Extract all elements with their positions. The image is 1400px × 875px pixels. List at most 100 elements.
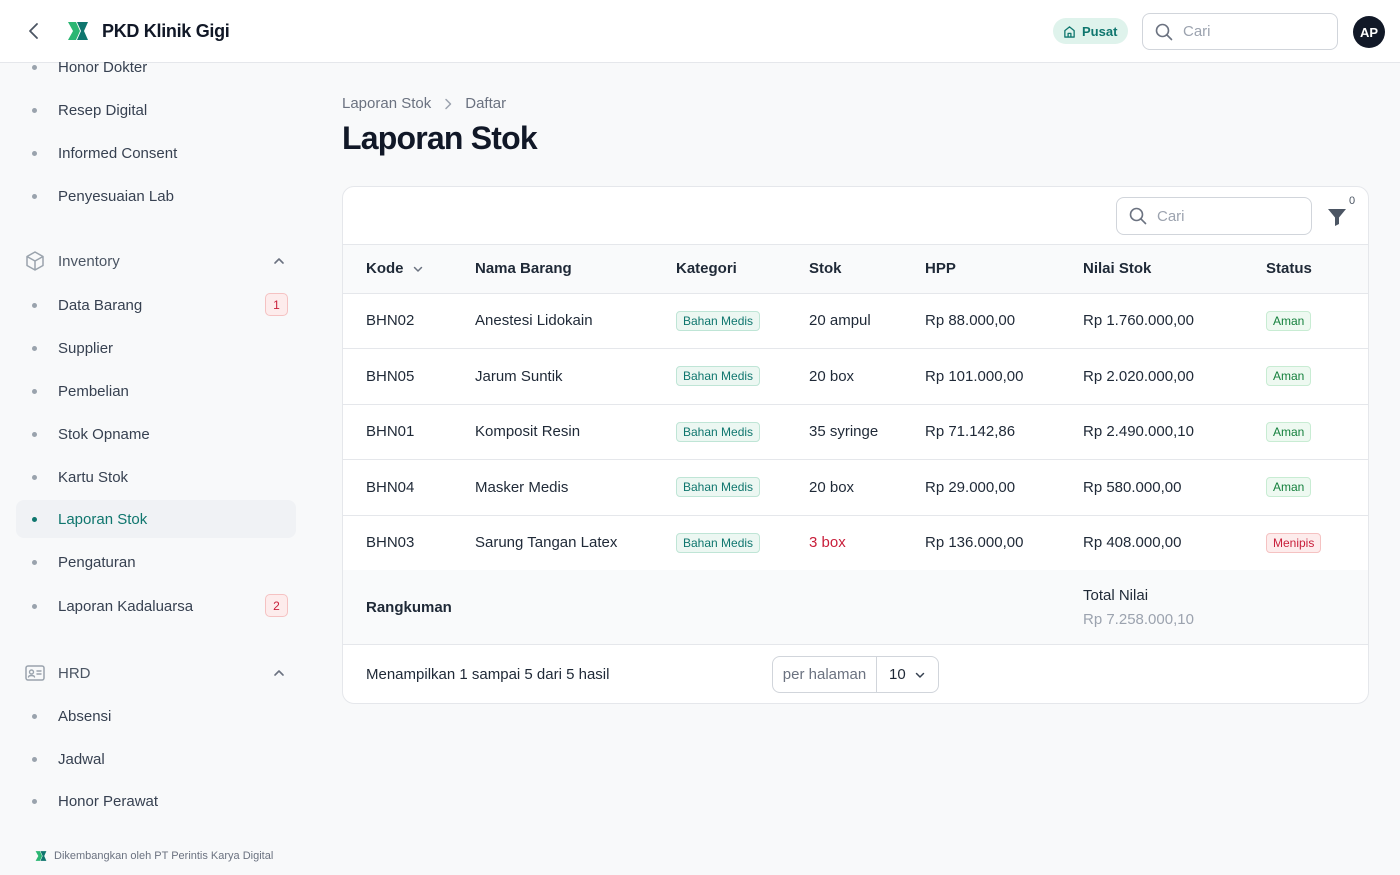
breadcrumb-parent-link[interactable]: Laporan Stok: [342, 95, 431, 112]
box-icon: [26, 251, 44, 271]
cell-kategori: Bahan Medis: [676, 348, 809, 405]
search-icon: [1155, 23, 1173, 40]
sidebar-item-pengaturan[interactable]: Pengaturan: [16, 543, 296, 581]
column-header-stok: Stok: [809, 245, 925, 294]
app-name: PKD Klinik Gigi: [102, 20, 230, 41]
cell-kategori: Bahan Medis: [676, 515, 809, 571]
table-row[interactable]: BHN01 Komposit Resin Bahan Medis 35 syri…: [343, 404, 1368, 460]
column-header-kode[interactable]: Kode: [343, 245, 475, 294]
page-title: Laporan Stok: [342, 120, 538, 156]
total-value: Rp 7.258.000,10: [1083, 611, 1194, 628]
cell-kategori: Bahan Medis: [676, 459, 809, 516]
bullet-dot: [32, 389, 37, 394]
branch-label: Pusat: [1082, 23, 1118, 39]
bullet-dot: [32, 714, 37, 719]
breadcrumb: Laporan Stok Daftar: [342, 95, 506, 112]
sidebar-item-data-barang[interactable]: Data Barang 1: [16, 286, 296, 324]
sidebar-item-label: Data Barang: [58, 296, 143, 314]
sidebar-item-label: Jadwal: [58, 750, 105, 768]
sidebar-item-supplier[interactable]: Supplier: [16, 329, 296, 367]
bullet-dot: [32, 194, 37, 199]
id-card-icon: [25, 665, 45, 681]
brand[interactable]: PKD Klinik Gigi: [62, 15, 230, 47]
sidebar-group-hrd[interactable]: HRD: [16, 654, 296, 692]
sidebar-item-jadwal[interactable]: Jadwal: [16, 740, 296, 778]
per-page-select[interactable]: 10: [877, 657, 938, 692]
category-badge: Bahan Medis: [676, 477, 761, 498]
cell-kategori: Bahan Medis: [676, 293, 809, 349]
sidebar-item-label: Informed Consent: [58, 144, 178, 162]
bullet-dot: [32, 303, 37, 308]
chevron-up-icon: [274, 258, 284, 264]
sort-kode[interactable]: Kode: [366, 260, 424, 277]
cell-kode: BHN01: [343, 404, 475, 460]
bullet-dot: [32, 151, 37, 156]
cell-hpp: Rp 101.000,00: [925, 348, 1083, 405]
bullet-dot: [32, 757, 37, 762]
app-logo: [62, 15, 94, 47]
table-header-row: Kode Nama Barang Kategori Stok HPP Nilai…: [343, 245, 1368, 294]
table-row[interactable]: BHN03 Sarung Tangan Latex Bahan Medis 3 …: [343, 515, 1368, 571]
search-icon: [1129, 207, 1147, 225]
sidebar-item-label: Resep Digital: [58, 101, 148, 119]
table-search[interactable]: [1116, 197, 1312, 235]
cell-stok: 20 ampul: [809, 293, 925, 349]
sidebar-item-label: Absensi: [58, 707, 112, 725]
breadcrumb-current: Daftar: [465, 95, 507, 112]
cell-nama-barang: Komposit Resin: [475, 404, 676, 460]
filter-icon[interactable]: [1325, 205, 1349, 229]
category-badge: Bahan Medis: [676, 421, 761, 442]
cell-stok: 20 box: [809, 348, 925, 405]
sidebar-item-honor-dokter[interactable]: Honor Dokter: [16, 48, 296, 86]
stock-table: Kode Nama Barang Kategori Stok HPP Nilai…: [343, 245, 1368, 571]
cell-kode: BHN03: [343, 515, 475, 571]
sidebar-item-stok-opname[interactable]: Stok Opname: [16, 415, 296, 453]
global-search-input[interactable]: [1183, 23, 1313, 40]
cell-status: Aman: [1266, 293, 1368, 349]
user-avatar[interactable]: AP: [1353, 16, 1385, 48]
branch-badge[interactable]: Pusat: [1053, 18, 1129, 44]
table-toolbar: 0: [343, 187, 1368, 245]
bullet-dot: [32, 560, 37, 565]
table-row[interactable]: BHN05 Jarum Suntik Bahan Medis 20 box Rp…: [343, 348, 1368, 405]
count-badge: 1: [265, 293, 288, 316]
company-logo-icon: [35, 851, 47, 861]
chevron-right-icon: [445, 98, 452, 109]
table-row[interactable]: BHN02 Anestesi Lidokain Bahan Medis 20 a…: [343, 293, 1368, 349]
chevron-down-icon: [413, 266, 422, 272]
sidebar-item-pembelian[interactable]: Pembelian: [16, 372, 296, 410]
sidebar-item-honor-perawat[interactable]: Honor Perawat: [16, 782, 296, 820]
back-button[interactable]: [22, 19, 46, 43]
sidebar-item-informed-consent[interactable]: Informed Consent: [16, 134, 296, 172]
sidebar-item-penyesuaian-lab[interactable]: Penyesuaian Lab: [16, 177, 296, 215]
bullet-dot: [32, 799, 37, 804]
cell-status: Aman: [1266, 404, 1368, 460]
column-header-hpp: HPP: [925, 245, 1083, 294]
sidebar-item-kartu-stok[interactable]: Kartu Stok: [16, 458, 296, 496]
cell-kode: BHN04: [343, 459, 475, 516]
table-row[interactable]: BHN04 Masker Medis Bahan Medis 20 box Rp…: [343, 459, 1368, 516]
footer-credit: Dikembangkan oleh PT Perintis Karya Digi…: [34, 849, 273, 863]
sidebar-item-label: Pengaturan: [58, 553, 136, 571]
sidebar-group-label: HRD: [58, 664, 91, 682]
sidebar-group-label: Inventory: [58, 252, 120, 270]
table-search-input[interactable]: [1157, 207, 1287, 225]
sidebar-item-absensi[interactable]: Absensi: [16, 697, 296, 735]
sidebar-item-resep-digital[interactable]: Resep Digital: [16, 91, 296, 129]
sidebar-item-laporan-kadaluarsa[interactable]: Laporan Kadaluarsa 2: [16, 587, 296, 625]
per-page-selector[interactable]: per halaman 10: [772, 656, 939, 693]
chevron-down-icon: [915, 672, 925, 678]
bullet-dot: [32, 108, 37, 113]
cell-nilai-stok: Rp 408.000,00: [1083, 515, 1266, 571]
column-header-label: Kode: [366, 260, 404, 278]
sidebar-item-laporan-stok[interactable]: Laporan Stok: [16, 500, 296, 538]
bullet-dot: [32, 65, 37, 70]
chevron-up-icon: [274, 670, 284, 676]
cell-hpp: Rp 71.142,86: [925, 404, 1083, 460]
summary-label: Rangkuman: [366, 599, 452, 616]
building-icon: [1064, 25, 1075, 38]
bullet-dot: [32, 604, 37, 609]
global-search[interactable]: [1142, 13, 1338, 50]
sidebar-group-inventory[interactable]: Inventory: [16, 242, 296, 280]
bullet-dot: [32, 475, 37, 480]
